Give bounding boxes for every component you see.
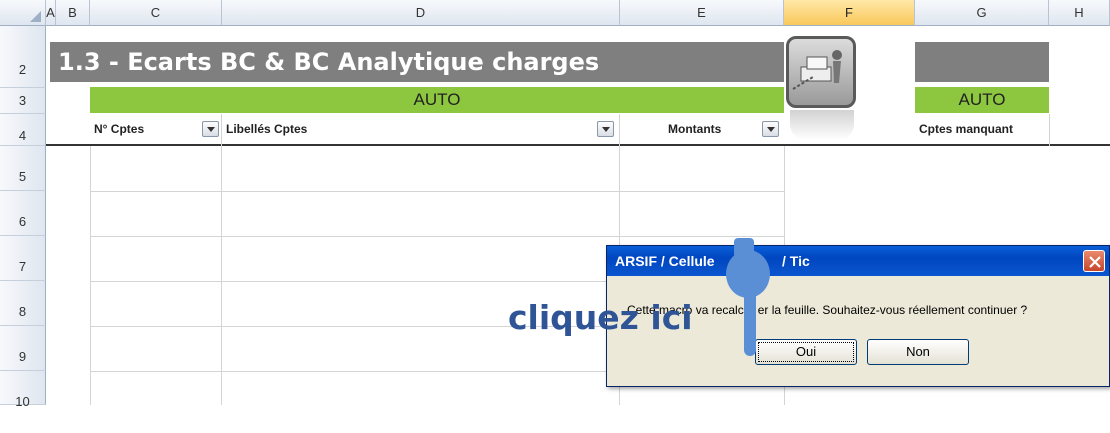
close-icon [1089,256,1101,268]
non-button[interactable]: Non [867,339,969,365]
macro-button[interactable] [786,36,856,108]
row-header-5[interactable]: 5 [0,146,46,191]
header-n-cptes: N° Cptes [94,122,145,136]
grid-hline [90,236,784,237]
grid-vline [90,146,91,405]
grid-vline [1049,114,1050,146]
pointing-finger-icon [726,238,770,356]
dialog-close-button[interactable] [1083,250,1105,272]
filter-dropdown-n-cptes[interactable] [202,121,219,137]
filter-dropdown-libelles[interactable] [597,121,614,137]
column-header-g[interactable]: G [915,0,1049,26]
select-all-triangle-icon [30,11,41,22]
dialog-message-end: er la feuille. Souhaitez-vous réellement… [757,303,1028,317]
auto-band: AUTO [90,87,784,113]
column-header-f[interactable]: F [784,0,915,26]
header-underline [46,144,1110,146]
grid-hline [90,191,784,192]
header-cptes-manquant: Cptes manquant [919,122,1014,136]
column-header-b[interactable]: B [56,0,90,26]
row-header-9[interactable]: 9 [0,326,46,371]
auto-band-right: AUTO [915,87,1049,113]
header-montants: Montants [668,122,722,136]
filter-dropdown-montants[interactable] [762,121,779,137]
column-header-h[interactable]: H [1049,0,1110,26]
sheet-title: 1.3 - Ecarts BC & BC Analytique charges [50,42,784,82]
column-header-a[interactable]: A [46,0,56,26]
hint-text: cliquez ici [508,298,693,337]
header-libelles: Libellés Cptes [226,122,308,136]
row-header-6[interactable]: 6 [0,191,46,236]
dialog-title: ARSIF / Cellule [615,253,715,269]
row-header-3[interactable]: 3 [0,88,46,114]
dialog-titlebar[interactable]: ARSIF / Cellule / Tic [607,246,1109,276]
row-header-2[interactable]: 2 [0,26,46,88]
column-header-e[interactable]: E [620,0,784,26]
row-header-7[interactable]: 7 [0,236,46,281]
title-band-right [915,42,1049,82]
row-header-8[interactable]: 8 [0,281,46,326]
printer-figure-icon [792,50,842,90]
grid-vline [221,114,222,405]
column-header-c[interactable]: C [90,0,222,26]
dialog-title-suffix: / Tic [782,253,810,269]
row-header-10[interactable]: 10 [0,371,46,409]
row-header-4[interactable]: 4 [0,114,46,146]
macro-button-reflection [790,110,854,140]
column-header-d[interactable]: D [222,0,620,26]
